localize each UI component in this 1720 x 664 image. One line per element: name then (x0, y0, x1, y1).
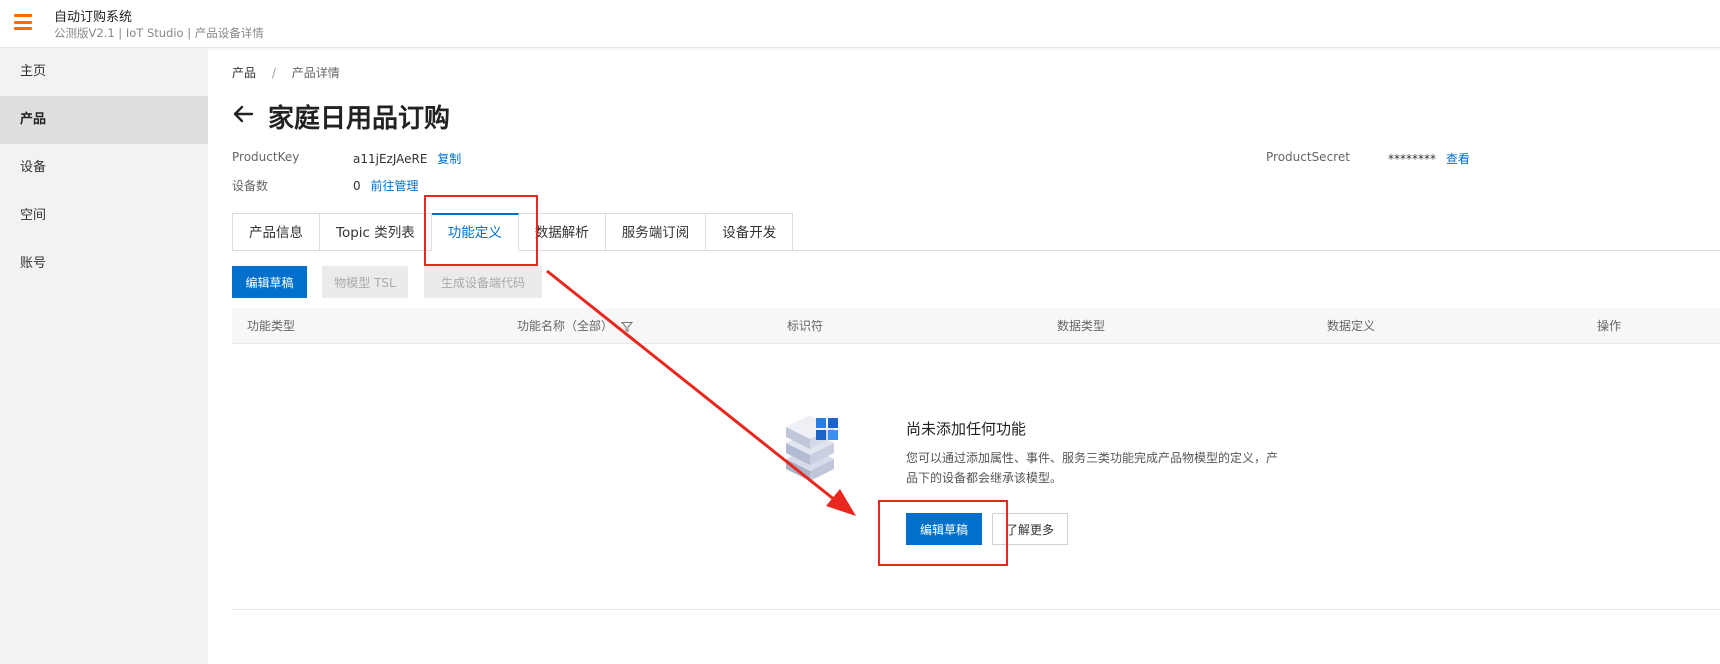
device-count-label: 设备数 (232, 179, 269, 193)
filter-icon[interactable] (620, 321, 633, 333)
view-secret-link[interactable]: 查看 (1446, 152, 1470, 166)
manage-devices-link[interactable]: 前往管理 (370, 179, 418, 193)
learn-more-button[interactable]: 了解更多 (992, 513, 1068, 545)
sidebar-item-spaces[interactable]: 空间 (0, 192, 208, 240)
tab-topic-list[interactable]: Topic 类列表 (320, 213, 432, 251)
column-data-definition: 数据定义 (1327, 319, 1376, 333)
empty-edit-draft-button[interactable]: 编辑草稿 (906, 513, 982, 545)
tsl-model-button[interactable]: 物模型 TSL (322, 266, 408, 298)
tab-product-info[interactable]: 产品信息 (232, 213, 320, 251)
tab-bar: 产品信息 Topic 类列表 功能定义 数据解析 服务端订阅 设备开发 (232, 213, 794, 251)
breadcrumb-products[interactable]: 产品 (232, 66, 256, 80)
empty-state-description: 您可以通过添加属性、事件、服务三类功能完成产品物模型的定义，产品下的设备都会继承… (906, 451, 1279, 485)
column-function-name[interactable]: 功能名称（全部） (517, 308, 633, 344)
breadcrumb: 产品 / 产品详情 (232, 64, 340, 81)
top-header: 自动订购系统 公测版V2.1 | IoT Studio | 产品设备详情 (0, 0, 1720, 48)
product-secret-value: ******** 查看 (1388, 150, 1470, 167)
tab-server-subscription[interactable]: 服务端订阅 (605, 213, 707, 251)
device-count-text: 0 (353, 179, 361, 193)
app-title: 自动订购系统 (54, 10, 133, 25)
column-identifier: 标识符 (787, 319, 824, 333)
sidebar-item-accounts[interactable]: 账号 (0, 240, 208, 288)
device-count-value: 0 前往管理 (353, 177, 418, 194)
generate-code-button[interactable]: 生成设备端代码 (424, 266, 542, 298)
column-actions: 操作 (1597, 319, 1622, 333)
sidebar-item-home[interactable]: 主页 (0, 48, 208, 96)
edit-draft-button[interactable]: 编辑草稿 (232, 266, 307, 298)
breadcrumb-current: 产品详情 (291, 66, 340, 80)
product-key-text: a11jEzJAeRE (353, 152, 428, 166)
column-function-name-label: 功能名称（全部） (517, 319, 614, 333)
product-key-label: ProductKey (232, 150, 300, 164)
arrow-left-icon[interactable] (232, 103, 254, 125)
product-secret-label: ProductSecret (1266, 150, 1350, 164)
column-function-type: 功能类型 (247, 319, 296, 333)
table-bottom-border (232, 609, 1720, 610)
empty-state-title: 尚未添加任何功能 (906, 420, 1027, 438)
hamburger-icon[interactable] (14, 14, 32, 30)
product-key-value: a11jEzJAeRE 复制 (353, 150, 461, 167)
tab-function-definition[interactable]: 功能定义 (431, 213, 519, 251)
tab-device-development[interactable]: 设备开发 (706, 213, 794, 251)
breadcrumb-separator: / (271, 66, 276, 80)
column-data-type: 数据类型 (1057, 319, 1106, 333)
main-content: 产品 / 产品详情 家庭日用品订购 ProductKey a11jEzJAeRE… (208, 48, 1720, 664)
sidebar: 主页 产品 设备 空间 账号 (0, 48, 208, 664)
server-stack-icon (786, 415, 838, 481)
product-secret-text: ******** (1388, 152, 1436, 166)
copy-link[interactable]: 复制 (437, 152, 461, 166)
page-title: 家庭日用品订购 (268, 104, 451, 134)
app-subtitle: 公测版V2.1 | IoT Studio | 产品设备详情 (54, 26, 264, 40)
table-header: 功能类型 功能名称（全部） 标识符 数据类型 数据定义 操作 (232, 308, 1720, 344)
sidebar-item-products[interactable]: 产品 (0, 96, 208, 144)
sidebar-item-devices[interactable]: 设备 (0, 144, 208, 192)
tab-data-parsing[interactable]: 数据解析 (518, 213, 606, 251)
